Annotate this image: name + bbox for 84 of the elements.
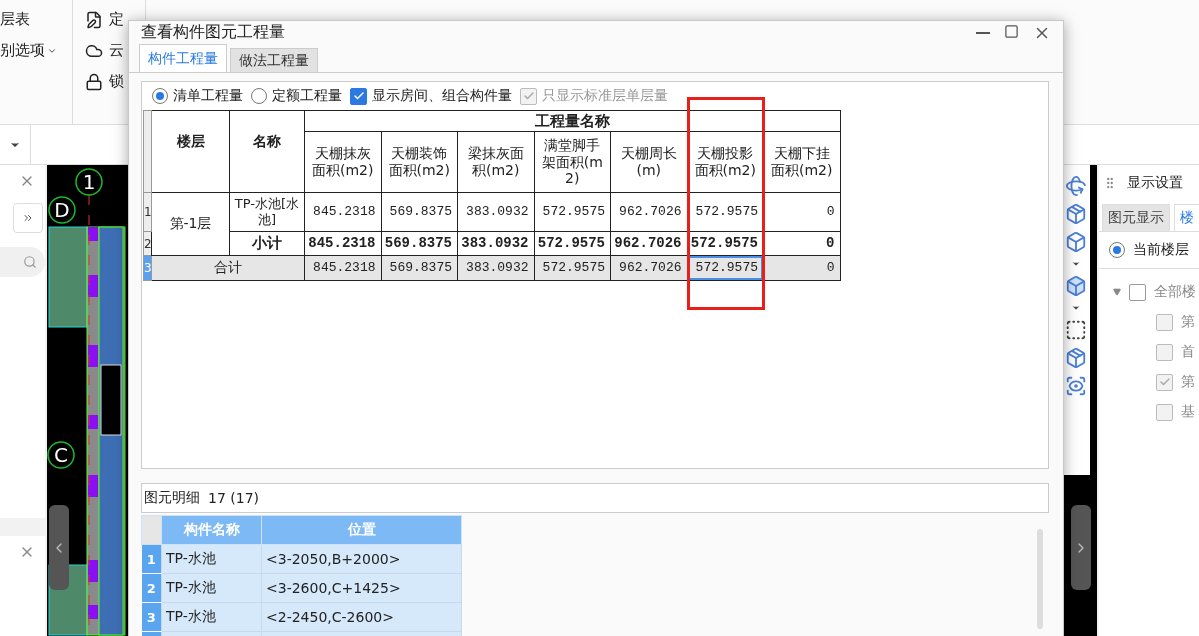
checkbox[interactable] [1156, 343, 1173, 361]
column-header: 天棚下挂面积(m2) [763, 131, 840, 193]
box-icon[interactable] [1065, 231, 1087, 253]
table-cell: 合计 [151, 255, 305, 281]
table-cell[interactable]: TP-水池 [161, 573, 262, 603]
collapse-handle[interactable] [49, 505, 69, 590]
box-icon[interactable] [1065, 347, 1087, 369]
column-header: 天棚投影面积(m2) [687, 131, 764, 193]
ribbon-command[interactable]: 层表 [0, 10, 72, 29]
tab[interactable]: 楼 [1174, 204, 1199, 231]
rotate-icon[interactable] [1065, 175, 1087, 197]
check-icon [1158, 376, 1171, 388]
table-cell[interactable]: 572.9575 [534, 255, 611, 281]
ribbon-command[interactable]: 云 [109, 41, 124, 60]
caret-icon[interactable] [1071, 303, 1081, 313]
checkbox-option[interactable]: 显示房间、组合构件量 [350, 87, 512, 105]
table-cell: TP-水池[水池] [229, 192, 305, 232]
row-number-cell[interactable]: 1 [143, 192, 152, 232]
tab[interactable]: 构件工程量 [139, 44, 227, 72]
axis-bubble: C [47, 441, 75, 469]
table-cell[interactable]: TP-水池 [161, 602, 262, 632]
radio-option[interactable]: 清单工程量 [152, 87, 243, 105]
table-cell[interactable]: 845.2318 [304, 192, 381, 232]
tab[interactable]: 图元显示 [1102, 204, 1170, 231]
table-cell[interactable]: 572.9575 [687, 192, 764, 232]
tree-item: 基 [1181, 403, 1195, 421]
box-icon[interactable] [1065, 275, 1087, 297]
search-field[interactable] [0, 247, 45, 277]
column-group-header: 工程量名称 [304, 110, 840, 132]
column-header: 满堂脚手架面积(m2) [534, 131, 611, 193]
table-cell[interactable]: TP-水池 [161, 544, 262, 574]
column-header: 天棚装饰面积(m2) [381, 131, 458, 193]
axis-bubble: D [48, 196, 76, 224]
row-number-cell[interactable]: 2 [143, 231, 152, 256]
scrollbar[interactable] [1037, 529, 1043, 629]
table-cell[interactable]: 962.7026 [610, 192, 687, 232]
ribbon-command[interactable]: 定 [109, 10, 124, 29]
search-icon [23, 255, 37, 269]
tab[interactable]: 做法工程量 [230, 48, 318, 72]
column-header: 楼层 [151, 110, 230, 193]
collapse-handle[interactable] [1071, 505, 1091, 590]
tree-item: 全部楼 [1154, 283, 1196, 301]
box-icon[interactable] [1065, 203, 1087, 225]
table-cell[interactable]: 383.0932 [457, 192, 534, 232]
table-cell: 第-1层 [151, 192, 230, 256]
panel-title: 显示设置 [1127, 174, 1183, 192]
tree-item: 第 [1181, 313, 1195, 331]
check-icon [522, 90, 535, 102]
ribbon-command[interactable]: 锁 [109, 72, 124, 91]
caret-icon[interactable] [1071, 259, 1081, 269]
double-chevron-icon [22, 212, 34, 224]
table-cell[interactable]: 572.9575 [534, 192, 611, 232]
radio-option[interactable]: 定额工程量 [251, 87, 342, 105]
checkbox[interactable] [1156, 373, 1173, 391]
eye-icon[interactable] [1065, 375, 1087, 397]
table-cell[interactable]: <3-2050,B+2000> [261, 544, 462, 574]
column-header: 梁抹灰面积(m2) [457, 131, 534, 193]
checkbox[interactable] [1129, 283, 1146, 301]
lock-icon [85, 72, 103, 91]
check-icon [352, 90, 365, 102]
table-cell[interactable]: 569.8375 [381, 255, 458, 281]
radio-option[interactable]: 当前楼层 [1099, 232, 1199, 268]
edit-icon [85, 10, 103, 29]
checkbox[interactable] [1156, 313, 1173, 331]
selection-icon[interactable] [1065, 319, 1087, 341]
ribbon-command[interactable]: 别选项 [0, 41, 72, 60]
column-header: 构件名称 [161, 515, 262, 545]
column-header: 天棚抹灰面积(m2) [304, 131, 381, 193]
table-cell[interactable]: <2-2450,C-2600> [261, 602, 462, 632]
count-label: 17 (17) [208, 490, 259, 506]
maximize-icon [1004, 23, 1019, 39]
table-cell[interactable]: <3-2600,C+1425> [261, 573, 462, 603]
column-header: 位置 [261, 515, 462, 545]
table-cell[interactable]: 569.8375 [381, 192, 458, 232]
window-title: 查看构件图元工程量 [141, 22, 285, 43]
section-title: 图元明细 [144, 489, 200, 507]
tree-item: 第 [1181, 373, 1195, 391]
checkbox[interactable] [1156, 403, 1173, 421]
column-header: 名称 [229, 110, 305, 193]
table-cell[interactable]: 0 [763, 192, 840, 232]
tree-item: 首 [1181, 343, 1195, 361]
column-header: 天棚周长(m) [610, 131, 687, 193]
axis-bubble: 1 [75, 168, 103, 196]
minimize-icon [976, 31, 990, 34]
